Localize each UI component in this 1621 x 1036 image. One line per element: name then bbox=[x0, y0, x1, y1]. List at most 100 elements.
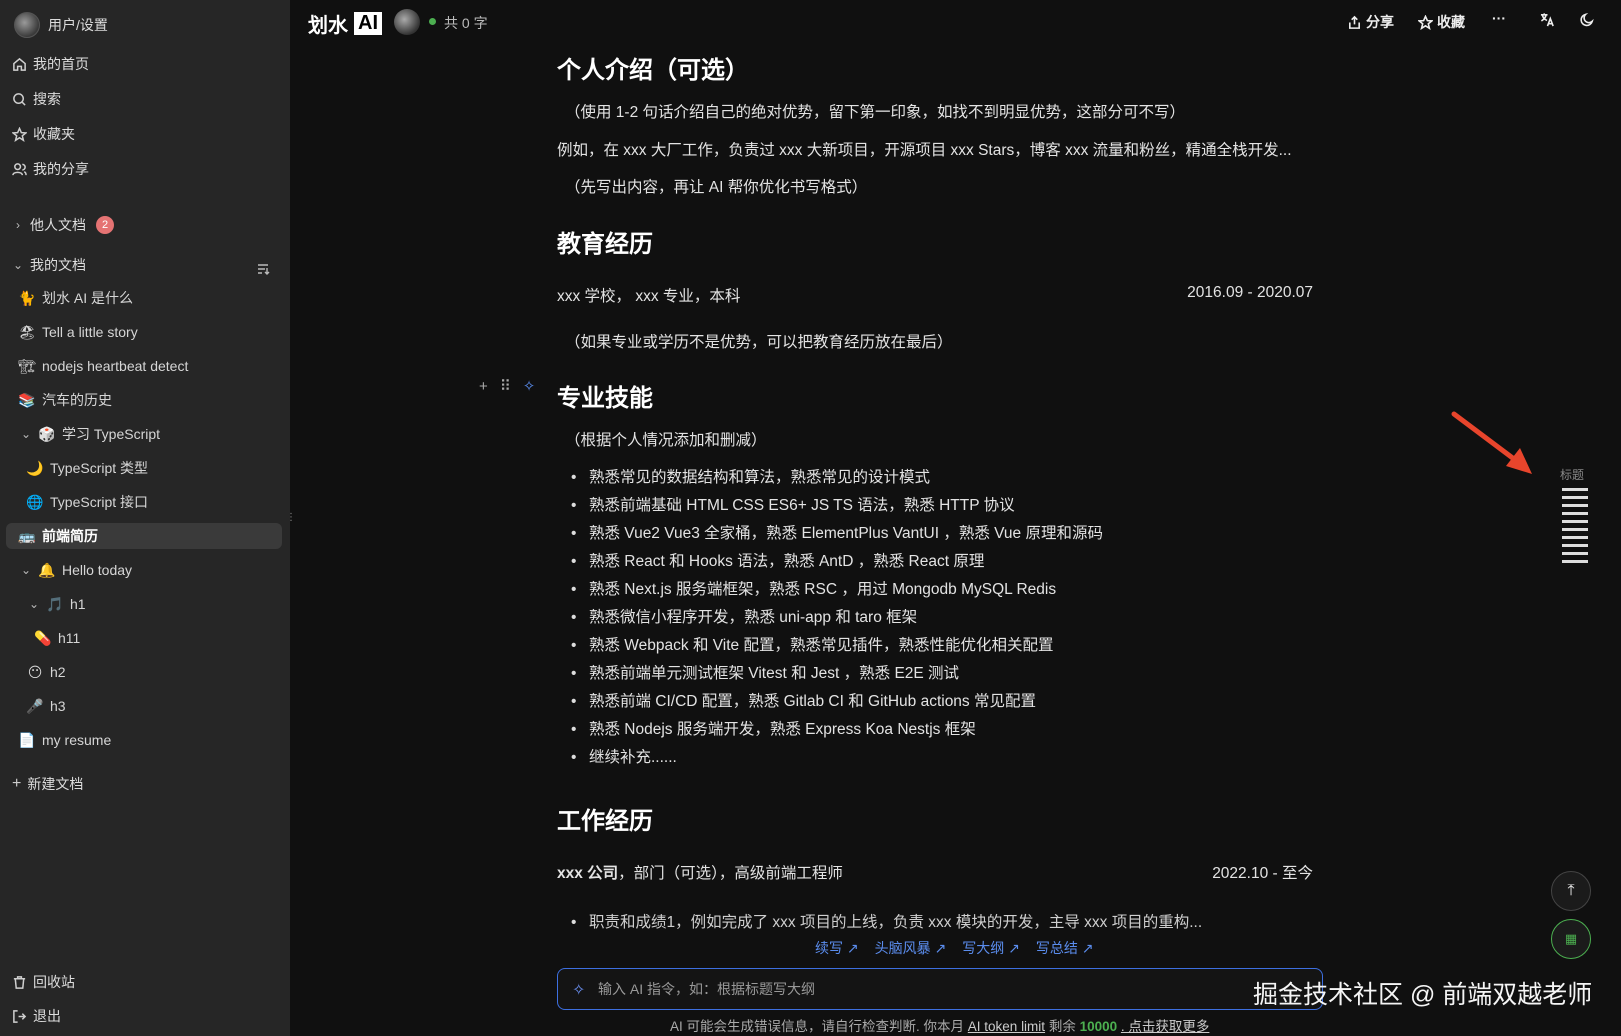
nav-favorites[interactable]: 收藏夹 bbox=[12, 122, 75, 146]
user-settings[interactable]: 用户/设置 bbox=[14, 12, 108, 38]
nav-home-label: 我的首页 bbox=[33, 56, 89, 72]
education-date[interactable]: 2016.09 - 2020.07 bbox=[1187, 284, 1313, 302]
doc-item[interactable]: 🐈 划水 AI 是什么 bbox=[18, 285, 133, 311]
paragraph[interactable]: （先写出内容，再让 AI 帮你优化书写格式） bbox=[565, 175, 867, 197]
list-item[interactable]: 熟悉前端单元测试框架 Vitest 和 Jest ，熟悉 E2E 测试 bbox=[565, 660, 1103, 688]
doc-item[interactable]: 😶 h2 bbox=[26, 659, 66, 685]
doc-emoji-icon: 📄 bbox=[18, 731, 36, 748]
nav-favorites-label: 收藏夹 bbox=[33, 126, 75, 142]
favorite-button[interactable]: 收藏 bbox=[1418, 12, 1465, 32]
more-icon: ··· bbox=[1492, 10, 1506, 26]
list-item[interactable]: 继续补充...... bbox=[565, 744, 1103, 772]
theme-toggle-button[interactable] bbox=[1580, 12, 1595, 27]
more-button[interactable]: ··· bbox=[1492, 10, 1506, 26]
ai-brainstorm-link[interactable]: 头脑风暴 ↗ bbox=[875, 938, 947, 958]
list-item[interactable]: 熟悉常见的数据结构和算法，熟悉常见的设计模式 bbox=[565, 464, 1103, 492]
chevron-down-icon: ⌄ bbox=[28, 597, 40, 611]
doc-item-active[interactable]: 🚌 前端简历 bbox=[6, 523, 282, 549]
list-item[interactable]: 熟悉 Next.js 服务端框架，熟悉 RSC ，用过 Mongodb MySQ… bbox=[565, 576, 1103, 604]
toc-line[interactable] bbox=[1562, 488, 1588, 491]
scroll-top-button[interactable]: ⤒ bbox=[1551, 871, 1591, 911]
ai-command-input[interactable]: ✧ 输入 AI 指令，如：根据标题写大纲 bbox=[557, 968, 1323, 1010]
list-item[interactable]: 熟悉 Vue2 Vue3 全家桶，熟悉 ElementPlus VantUI ，… bbox=[565, 520, 1103, 548]
doc-label: 汽车的历史 bbox=[42, 392, 112, 408]
heading-work[interactable]: 工作经历 bbox=[557, 801, 653, 836]
doc-label: Tell a little story bbox=[42, 324, 138, 340]
doc-item[interactable]: 📄 my resume bbox=[18, 727, 111, 753]
toc-line[interactable] bbox=[1562, 520, 1588, 523]
doc-label: 前端简历 bbox=[42, 528, 98, 544]
paragraph[interactable]: xxx 学校， xxx 专业，本科 bbox=[557, 284, 740, 306]
doc-emoji-icon: 🎲 bbox=[38, 425, 56, 442]
work-list[interactable]: 职责和成绩1，例如完成了 xxx 项目的上线，负责 xxx 模块的开发，主导 x… bbox=[565, 909, 1202, 937]
translate-button[interactable] bbox=[1540, 12, 1555, 27]
work-date[interactable]: 2022.10 - 至今 bbox=[1212, 861, 1313, 883]
toc-line[interactable] bbox=[1562, 560, 1588, 563]
heading-education[interactable]: 教育经历 bbox=[557, 224, 653, 259]
add-block-icon[interactable]: + bbox=[479, 378, 488, 395]
doc-item[interactable]: 🌐 TypeScript 接口 bbox=[26, 489, 148, 515]
drag-block-icon[interactable]: ⠿ bbox=[500, 377, 511, 395]
new-doc-label: 新建文档 bbox=[27, 776, 84, 792]
toc-line[interactable] bbox=[1562, 504, 1588, 507]
share-button[interactable]: 分享 bbox=[1347, 12, 1394, 32]
ai-continue-link[interactable]: 续写 ↗ bbox=[815, 938, 859, 958]
paragraph[interactable]: （根据个人情况添加和删减） bbox=[565, 428, 767, 450]
collaborator-avatar[interactable] bbox=[394, 9, 420, 35]
list-item[interactable]: 熟悉 React 和 Hooks 语法，熟悉 AntD ，熟悉 React 原理 bbox=[565, 548, 1103, 576]
heading-skills[interactable]: 专业技能 bbox=[557, 378, 653, 413]
nav-search[interactable]: 搜索 bbox=[12, 87, 61, 111]
nav-home[interactable]: 我的首页 bbox=[12, 52, 89, 76]
doc-item[interactable]: 💊 h11 bbox=[34, 625, 80, 651]
paragraph[interactable]: （使用 1-2 句话介绍自己的绝对优势，留下第一印象，如找不到明显优势，这部分可… bbox=[565, 100, 1185, 122]
paragraph[interactable]: 例如，在 xxx 大厂工作，负责过 xxx 大新项目，开源项目 xxx Star… bbox=[557, 138, 1292, 160]
disclaimer-text: 剩余 bbox=[1048, 1019, 1076, 1034]
chevron-down-icon: ⌄ bbox=[20, 563, 32, 577]
trash-button[interactable]: 回收站 bbox=[12, 970, 75, 994]
work-line[interactable]: xxx 公司，部门（可选），高级前端工程师 bbox=[557, 861, 843, 883]
toc-line[interactable] bbox=[1562, 496, 1588, 499]
doc-item[interactable]: 🎤 h3 bbox=[26, 693, 65, 719]
list-item[interactable]: 熟悉 Nodejs 服务端开发，熟悉 Express Koa Nestjs 框架 bbox=[565, 716, 1103, 744]
block-toolbar: + ⠿ ✧ bbox=[479, 377, 536, 396]
doc-item[interactable]: ⌄ 🎵 h1 bbox=[28, 591, 86, 617]
toc-outline[interactable] bbox=[1562, 488, 1588, 568]
qr-code-button[interactable]: ▦ bbox=[1551, 919, 1591, 959]
doc-item[interactable]: ⌄ 🔔 Hello today bbox=[20, 557, 132, 583]
others-docs[interactable]: › 他人文档 2 bbox=[12, 213, 114, 237]
token-limit-link[interactable]: AI token limit bbox=[968, 1019, 1045, 1034]
ai-sparkle-icon[interactable]: ✧ bbox=[523, 377, 536, 395]
list-item[interactable]: 熟悉 Webpack 和 Vite 配置，熟悉常见插件，熟悉性能优化相关配置 bbox=[565, 632, 1103, 660]
logout-button[interactable]: 退出 bbox=[12, 1004, 61, 1028]
ai-summary-link[interactable]: 写总结 ↗ bbox=[1036, 938, 1094, 958]
doc-label: h1 bbox=[70, 596, 86, 612]
list-item[interactable]: 职责和成绩1，例如完成了 xxx 项目的上线，负责 xxx 模块的开发，主导 x… bbox=[565, 909, 1202, 937]
doc-item[interactable]: ⌄ 🎲 学习 TypeScript bbox=[20, 421, 160, 447]
toc-line[interactable] bbox=[1562, 512, 1588, 515]
nav-my-shares[interactable]: 我的分享 bbox=[12, 157, 89, 181]
doc-item[interactable]: 🏗 nodejs heartbeat detect bbox=[18, 353, 188, 379]
get-more-link[interactable]: . 点击获取更多 bbox=[1121, 1019, 1210, 1034]
list-item[interactable]: 熟悉前端 CI/CD 配置，熟悉 Gitlab CI 和 GitHub acti… bbox=[565, 688, 1103, 716]
toc-line[interactable] bbox=[1562, 536, 1588, 539]
watermark: 掘金技术社区 @ 前端双越老师 bbox=[1253, 981, 1593, 1009]
toc-line[interactable] bbox=[1562, 528, 1588, 531]
my-docs-header[interactable]: ⌄ 我的文档 bbox=[12, 253, 86, 277]
chevron-down-icon: ⌄ bbox=[12, 258, 24, 272]
skills-list[interactable]: 熟悉常见的数据结构和算法，熟悉常见的设计模式 熟悉前端基础 HTML CSS E… bbox=[565, 464, 1103, 772]
paragraph[interactable]: （如果专业或学历不是优势，可以把教育经历放在最后） bbox=[565, 330, 953, 352]
toc-label: 标题 bbox=[1560, 468, 1585, 482]
list-item[interactable]: 熟悉前端基础 HTML CSS ES6+ JS TS 语法，熟悉 HTTP 协议 bbox=[565, 492, 1103, 520]
sidebar-resize-handle[interactable]: ⋮ bbox=[286, 512, 296, 523]
toc-line[interactable] bbox=[1562, 552, 1588, 555]
list-item[interactable]: 熟悉微信小程序开发，熟悉 uni-app 和 taro 框架 bbox=[565, 604, 1103, 632]
ai-outline-link[interactable]: 写大纲 ↗ bbox=[962, 938, 1020, 958]
app-logo[interactable]: 划水 AI bbox=[304, 9, 382, 38]
doc-item[interactable]: 🌙 TypeScript 类型 bbox=[26, 455, 148, 481]
new-doc-button[interactable]: + 新建文档 bbox=[12, 772, 83, 796]
toc-line[interactable] bbox=[1562, 544, 1588, 547]
sort-icon[interactable] bbox=[256, 262, 270, 276]
doc-item[interactable]: 📚 汽车的历史 bbox=[18, 387, 112, 413]
doc-item[interactable]: 🏖 Tell a little story bbox=[18, 319, 138, 345]
heading-intro[interactable]: 个人介绍（可选） bbox=[557, 50, 749, 85]
